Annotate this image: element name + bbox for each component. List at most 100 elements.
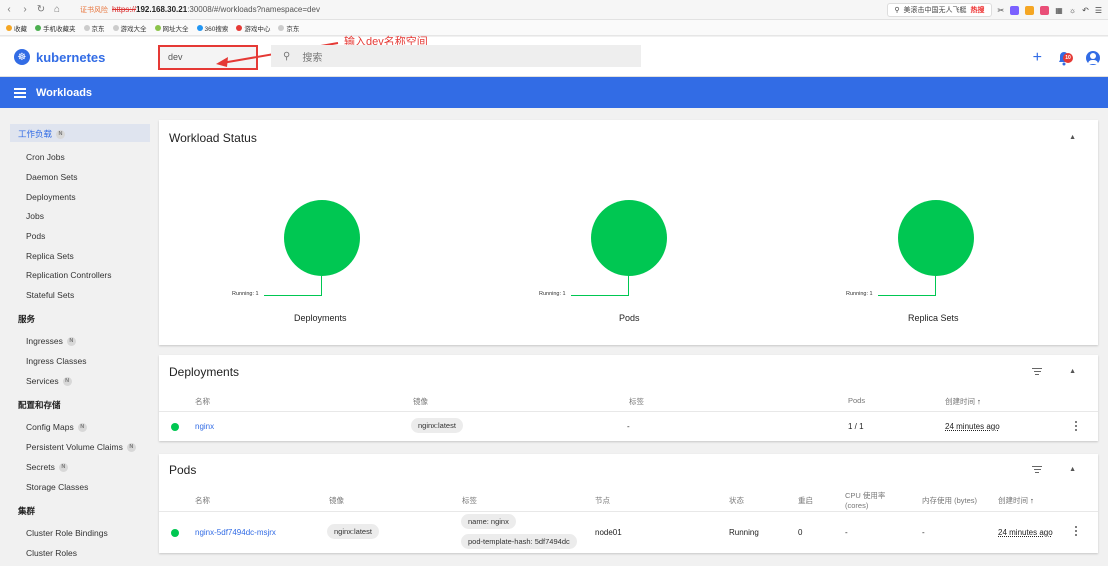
card-title: Pods xyxy=(169,463,197,477)
sidebar-item-pods[interactable]: Pods xyxy=(26,231,45,241)
sidebar-item-ingresses[interactable]: Ingresses N xyxy=(26,336,76,346)
sidebar-item-stateful-sets[interactable]: Stateful Sets xyxy=(26,290,74,300)
pods-cell: 1 / 1 xyxy=(848,422,864,431)
sidebar-item-ingress-classes[interactable]: Ingress Classes xyxy=(26,356,86,366)
notification-count: 10 xyxy=(1063,53,1073,63)
workload-status-card: Workload Status ▲ Running: 1 Deployments… xyxy=(159,120,1098,345)
namespaced-badge: N xyxy=(56,129,66,139)
collapse-icon[interactable]: ▲ xyxy=(1069,466,1076,473)
sidebar-item-workloads[interactable]: 工作负载 N xyxy=(18,128,66,140)
bookmark-item[interactable]: 360搜索 xyxy=(196,23,228,33)
column-header-node: 节点 xyxy=(595,496,610,505)
deployment-name-link[interactable]: nginx xyxy=(195,422,214,431)
bookmark-item[interactable]: 游戏中心 xyxy=(236,23,270,33)
leader-line xyxy=(935,276,936,296)
extension-icon[interactable] xyxy=(1010,5,1020,15)
column-header-image: 镜像 xyxy=(413,397,428,406)
label-chip: name: nginx xyxy=(461,514,516,529)
sidebar-item-deployments[interactable]: Deployments xyxy=(26,192,76,202)
column-header-pods: Pods xyxy=(848,396,866,405)
page-title: Workloads xyxy=(36,86,93,99)
deployments-card: Deployments ▲ 名称 镜像 标签 Pods 创建时间 ↑ nginx… xyxy=(159,355,1098,441)
labels-cell: - xyxy=(627,422,630,431)
column-header-name[interactable]: 名称 xyxy=(195,495,210,506)
cert-warning: 证书风险 xyxy=(80,6,108,14)
extension-icon[interactable] xyxy=(1025,5,1035,15)
collapse-icon[interactable]: ▲ xyxy=(1069,134,1076,141)
column-header-cpu: CPU 使用率 (cores) xyxy=(845,491,886,510)
column-header-created[interactable]: 创建时间 ↑ xyxy=(998,495,1034,506)
column-header-image: 镜像 xyxy=(329,496,344,505)
scissors-icon[interactable]: ✂ xyxy=(998,6,1005,15)
account-icon[interactable] xyxy=(1086,51,1100,65)
bookmark-item[interactable]: 网址大全 xyxy=(154,23,189,33)
sidebar-section-cluster[interactable]: 集群 xyxy=(18,505,35,517)
sort-arrow-icon: ↑ xyxy=(1030,496,1034,505)
sidebar-section-services[interactable]: 服务 xyxy=(18,313,35,325)
sort-arrow-icon: ↑ xyxy=(977,397,981,406)
sidebar-item-secrets[interactable]: Secrets N xyxy=(26,462,68,472)
collapse-icon[interactable]: ▲ xyxy=(1069,368,1076,375)
bookmark-item[interactable]: 京东 xyxy=(278,23,299,33)
home-icon[interactable]: ⌂ xyxy=(50,4,64,15)
undo-icon[interactable]: ↶ xyxy=(1082,6,1089,15)
pods-card: Pods ▲ 名称 镜像 标签 节点 状态 重启 CPU 使用率 (cores)… xyxy=(159,454,1098,553)
address-bar[interactable]: 证书风险 https:// 192.168.30.21 :30008/#/wor… xyxy=(80,5,320,15)
column-header-created[interactable]: 创建时间 ↑ xyxy=(945,396,981,407)
sidebar-item-cluster-roles[interactable]: Cluster Roles xyxy=(26,548,77,558)
sidebar-item-cron-jobs[interactable]: Cron Jobs xyxy=(26,152,65,162)
header-actions: + 10 xyxy=(1033,49,1100,67)
status-chart-deployments: Running: 1 Deployments xyxy=(224,200,424,330)
search-input[interactable]: ⚲ 搜索 xyxy=(271,45,641,67)
kubernetes-logo[interactable]: ☸ kubernetes xyxy=(14,49,105,65)
sidebar-item-config-maps[interactable]: Config Maps N xyxy=(26,422,87,432)
memory-cell: - xyxy=(922,528,925,537)
grid-icon[interactable]: ▦ xyxy=(1055,6,1063,15)
sidebar-item-storage-classes[interactable]: Storage Classes xyxy=(26,482,88,492)
browser-toolbar: ‹ › ↻ ⌂ 证书风险 https:// 192.168.30.21 :300… xyxy=(0,0,1108,20)
notifications-button[interactable]: 10 xyxy=(1056,50,1073,66)
bookmark-item[interactable]: 手机收藏夹 xyxy=(35,23,76,33)
browser-search-box[interactable]: ⚲ 美滚击中国无人飞艇 热搜 xyxy=(887,3,992,17)
logo-text: kubernetes xyxy=(36,49,106,65)
sidebar-item-services[interactable]: Services N xyxy=(26,376,72,386)
search-icon: ⚲ xyxy=(894,7,900,14)
menu-icon[interactable]: ☰ xyxy=(1095,6,1102,15)
label-chip: pod-template-hash: 5df7494dc xyxy=(461,534,577,549)
hot-search-label: 热搜 xyxy=(970,7,985,14)
namespaced-badge: N xyxy=(77,422,87,432)
bookmark-item[interactable]: 收藏 xyxy=(6,23,27,33)
sidebar: 工作负载 N Cron Jobs Daemon Sets Deployments… xyxy=(0,108,150,566)
sidebar-item-replica-sets[interactable]: Replica Sets xyxy=(26,251,74,261)
card-title: Deployments xyxy=(169,365,240,379)
forward-icon[interactable]: › xyxy=(18,4,32,15)
sidebar-section-config-storage[interactable]: 配置和存储 xyxy=(18,399,61,411)
sidebar-item-pvc[interactable]: Persistent Volume Claims N xyxy=(26,442,136,452)
sidebar-item-jobs[interactable]: Jobs xyxy=(26,211,44,221)
chart-label: Replica Sets xyxy=(908,313,959,323)
helm-wheel-icon: ☸ xyxy=(14,49,30,65)
sidebar-item-cluster-role-bindings[interactable]: Cluster Role Bindings xyxy=(26,528,108,538)
extension-icon[interactable] xyxy=(1040,5,1050,15)
leader-line xyxy=(628,276,629,296)
column-header-name[interactable]: 名称 xyxy=(195,396,210,407)
card-title: Workload Status xyxy=(169,131,257,145)
pod-name-link[interactable]: nginx-5df7494dc-msjrx xyxy=(195,528,276,537)
filter-icon[interactable] xyxy=(1032,368,1042,377)
more-actions-icon[interactable] xyxy=(1075,421,1078,433)
sidebar-item-daemon-sets[interactable]: Daemon Sets xyxy=(26,172,78,182)
running-label: Running: 1 xyxy=(539,291,566,297)
running-label: Running: 1 xyxy=(846,291,873,297)
hamburger-menu-icon[interactable] xyxy=(14,87,26,98)
add-icon[interactable]: + xyxy=(1033,49,1042,67)
more-actions-icon[interactable] xyxy=(1075,526,1078,538)
bookmark-item[interactable]: 京东 xyxy=(83,23,105,33)
sidebar-item-replication-controllers[interactable]: Replication Controllers xyxy=(26,270,112,280)
filter-icon[interactable] xyxy=(1032,466,1042,475)
column-header-memory: 内存使用 (bytes) xyxy=(922,496,978,505)
leader-line xyxy=(321,276,322,296)
reload-icon[interactable]: ↻ xyxy=(34,4,48,15)
brightness-icon[interactable]: ☼ xyxy=(1069,6,1076,15)
back-icon[interactable]: ‹ xyxy=(2,4,16,15)
bookmark-item[interactable]: 游戏大全 xyxy=(112,23,147,33)
